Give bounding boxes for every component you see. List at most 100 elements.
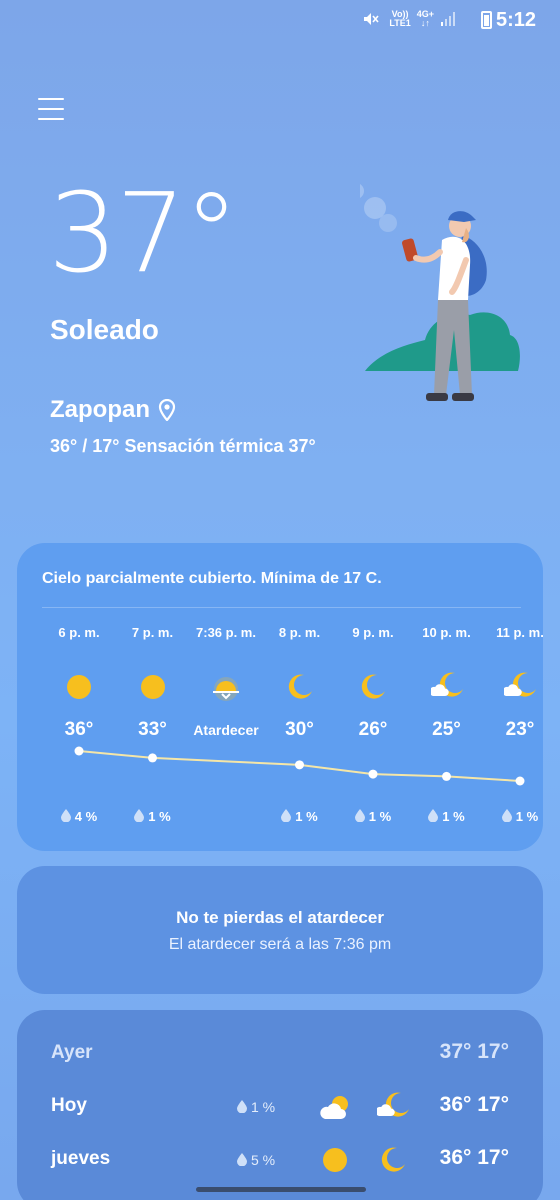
net-type-indicator: 4G+ ↓↑ [417,10,434,28]
hourly-precipitation: 4 % [39,809,119,824]
current-temperature: 37° [48,169,239,297]
moon-cloud-icon [375,1091,413,1121]
data-arrows-icon: ↓↑ [420,18,430,28]
signal-icon [441,12,455,26]
moon-cloud-icon [502,671,536,703]
sun-icon [137,671,169,703]
moon-cloud-icon [428,671,463,703]
hourly-temperature: 26° [358,719,388,740]
hourly-scroll[interactable]: 6 p. m. 36° 4 % 7 p. m. 33° 1 % 7:36 p. m. Atar… [17,623,543,833]
person-illustration [402,211,487,401]
hourly-item: 8 p. m. 30° [260,623,340,742]
precipitation-value: 1 % [251,1099,276,1115]
hourly-time: 11 p. m. [496,625,543,640]
daily-forecast-card[interactable]: Ayer 37° 17° Hoy 1 % 36° 17° jueves 5 % 36° 17° [17,1010,543,1200]
daily-precipitation: 1 % [237,1099,275,1115]
moon-icon [357,671,389,703]
sunset-icon [210,671,242,703]
divider [42,607,521,608]
current-condition: Soleado [50,314,159,345]
hourly-summary-title: Cielo parcialmente cubierto. Mínima de 1… [42,570,382,587]
hourly-item: 7 p. m. 33° [113,623,193,742]
raindrop-icon [134,809,145,823]
battery-icon [481,11,492,29]
day-name: Ayer [51,1042,93,1063]
daily-row[interactable]: Hoy 1 % 36° 17° [51,1091,509,1125]
sun-icon [319,1144,355,1174]
hourly-time: 10 p. m. [422,625,471,640]
hourly-temperature: 23° [505,719,535,740]
moon-icon [284,671,316,703]
day-name: Hoy [51,1095,87,1116]
hourly-item: 11 p. m. 23° [480,623,543,742]
status-icons: Vo)) LTE1 4G+ ↓↑ [363,10,456,28]
daily-temperatures: 36° 17° [439,1093,509,1116]
volte-indicator: Vo)) LTE1 [389,10,410,28]
location-pin-icon [158,399,176,421]
moon-icon [377,1144,413,1174]
lte-text: LTE1 [389,18,411,28]
hourly-time: 7 p. m. [131,625,174,640]
precipitation-value: 1 % [368,809,392,824]
hourly-temperature: 25° [432,719,461,740]
menu-icon-line [38,108,64,110]
temperature-point [148,753,157,763]
hourly-temperature: 36° [64,719,94,740]
hourly-precipitation: 1 % [260,809,340,824]
hourly-precipitation: 1 % [113,809,193,824]
hourly-precipitation: 1 % [407,809,487,824]
temperature-point [368,769,378,779]
raindrop-icon [237,1153,247,1167]
raindrop-icon [354,809,365,823]
hourly-forecast-card[interactable]: Cielo parcialmente cubierto. Mínima de 1… [17,543,543,851]
hourly-time: 7:36 p. m. [196,625,256,640]
hourly-temperature: 33° [138,719,167,740]
weather-illustration [360,184,520,401]
menu-button[interactable] [38,98,64,122]
daily-precipitation: 5 % [237,1152,275,1168]
home-indicator[interactable] [196,1187,366,1192]
hourly-time: 9 p. m. [352,625,394,640]
temperature-point [442,771,451,781]
status-time: 5:12 [495,9,536,31]
cloud-sun-icon [319,1091,355,1121]
daily-row[interactable]: Ayer 37° 17° [51,1038,509,1072]
daily-row[interactable]: jueves 5 % 36° 17° [51,1144,509,1178]
temperature-point [74,746,84,756]
hourly-time: 8 p. m. [278,625,321,640]
raindrop-icon [501,809,512,823]
status-bar: Vo)) LTE1 4G+ ↓↑ 5:12 [0,0,560,40]
sunset-card-title: No te pierdas el atardecer [176,908,384,927]
raindrop-icon [60,809,71,823]
menu-icon-line [38,98,64,100]
precipitation-value: 4 % [74,809,98,824]
sun-icon [63,671,95,703]
precipitation-value: 1 % [442,809,465,824]
hourly-item: 7:36 p. m. Atardecer [186,623,266,742]
location[interactable]: Zapopan [50,396,176,424]
hourly-precipitation: 1 % [480,809,543,824]
day-name: jueves [51,1148,111,1169]
precipitation-value: 1 % [148,809,171,824]
temperature-summary: 36° / 17° Sensación térmica 37° [50,436,316,456]
temperature-point [295,760,304,770]
hourly-item: 9 p. m. 26° [333,623,413,742]
hourly-temperature: Atardecer [193,722,259,738]
hourly-temperature: 30° [285,719,314,740]
precipitation-value: 1 % [515,809,539,824]
temperature-point [515,776,525,786]
daily-temperatures: 36° 17° [439,1146,509,1169]
raindrop-icon [281,809,292,823]
precipitation-value: 1 % [295,809,318,824]
raindrop-icon [428,809,439,823]
sunset-card[interactable]: No te pierdas el atardecer El atardecer … [17,866,543,994]
sunset-card-subtitle: El atardecer será a las 7:36 pm [168,936,392,953]
mute-icon [364,13,380,25]
location-name: Zapopan [50,396,150,423]
hourly-time: 6 p. m. [58,625,100,640]
precipitation-value: 5 % [251,1152,276,1168]
raindrop-icon [237,1100,247,1114]
hourly-item: 10 p. m. 25° [407,623,487,742]
daily-temperatures: 37° 17° [439,1040,509,1063]
hourly-item: 6 p. m. 36° [39,623,119,742]
